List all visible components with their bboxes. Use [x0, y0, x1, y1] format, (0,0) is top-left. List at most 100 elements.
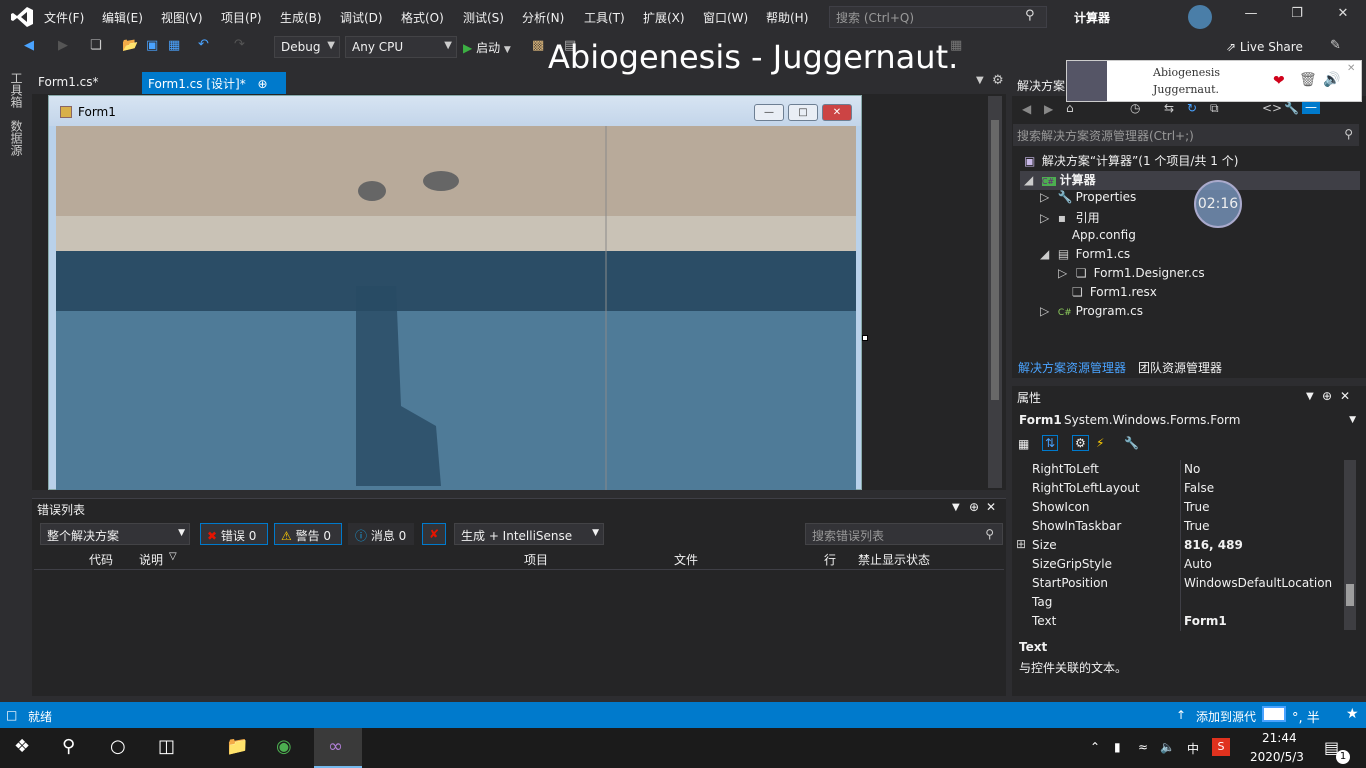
- tree-item-form1cs[interactable]: ◢ ▤ Form1.cs: [1040, 247, 1130, 261]
- music-player-widget[interactable]: Abiogenesis Juggernaut. ❤ 🗑 🔊 ✕: [1066, 60, 1362, 102]
- menu-tools[interactable]: 工具(T): [584, 9, 625, 26]
- close-panel-icon[interactable]: ✕: [986, 500, 996, 514]
- property-value[interactable]: WindowsDefaultLocation: [1184, 576, 1332, 590]
- pin-icon[interactable]: ⊕: [258, 77, 268, 91]
- forward-icon[interactable]: ▶: [58, 38, 68, 53]
- pin-icon[interactable]: ⊕: [1322, 389, 1332, 403]
- forward-icon[interactable]: ▶: [1044, 102, 1053, 116]
- property-row[interactable]: RightToLeftLayout False: [1014, 479, 1344, 498]
- undo-icon[interactable]: ↶: [198, 37, 209, 52]
- solution-config-select[interactable]: Debug ▼: [274, 36, 340, 58]
- tab-form1-code[interactable]: Form1.cs*: [32, 72, 140, 94]
- start-debug-button[interactable]: ▶ 启动 ▼: [463, 39, 511, 56]
- close-panel-icon[interactable]: ✕: [1340, 389, 1350, 403]
- toolbox-tab[interactable]: 工具箱: [8, 72, 25, 108]
- source-select[interactable]: 生成 + IntelliSense ▼: [454, 523, 604, 545]
- categorized-icon[interactable]: ▦: [1018, 437, 1029, 451]
- tab-solution-explorer[interactable]: 解决方案资源管理器: [1018, 359, 1126, 376]
- property-pages-icon[interactable]: 🔧: [1124, 436, 1139, 450]
- menu-debug[interactable]: 调试(D): [340, 9, 383, 26]
- property-value[interactable]: True: [1184, 519, 1210, 533]
- property-row[interactable]: ⊞ Size 816, 489: [1014, 536, 1344, 555]
- form-close-icon[interactable]: ✕: [822, 104, 852, 121]
- volume-icon[interactable]: 🔈: [1160, 740, 1175, 754]
- clock-date[interactable]: 2020/5/3: [1250, 750, 1304, 764]
- tree-item-program[interactable]: ▷ C# Program.cs: [1040, 304, 1143, 318]
- column-code[interactable]: 代码: [89, 551, 113, 568]
- sogou-icon[interactable]: S: [1212, 738, 1230, 756]
- property-row[interactable]: RightToLeft No: [1014, 460, 1344, 479]
- cortana-icon[interactable]: ○: [110, 736, 126, 757]
- datasource-tab[interactable]: 数据源: [8, 120, 25, 156]
- search-icon[interactable]: ⚲: [1025, 8, 1035, 23]
- volume-icon[interactable]: 🔊: [1323, 72, 1340, 88]
- battery-icon[interactable]: ▮: [1114, 740, 1121, 754]
- minimize-icon[interactable]: —: [1228, 6, 1274, 28]
- file-explorer-icon[interactable]: 📁: [226, 736, 248, 757]
- solution-search-input[interactable]: 搜索解决方案资源管理器(Ctrl+;) ⚲: [1013, 124, 1359, 146]
- task-view-icon[interactable]: ◫: [158, 736, 175, 757]
- tab-team-explorer[interactable]: 团队资源管理器: [1138, 359, 1222, 376]
- close-icon[interactable]: ✕: [1347, 63, 1355, 74]
- expand-icon[interactable]: ⊞: [1016, 537, 1026, 551]
- history-icon[interactable]: ◷: [1130, 101, 1140, 115]
- tab-form1-designer[interactable]: Form1.cs [设计]* ⊕ ✕: [142, 72, 286, 106]
- preview-icon[interactable]: —: [1302, 100, 1320, 114]
- gear-icon[interactable]: ⚙: [992, 73, 1004, 88]
- input-language[interactable]: 中: [1187, 740, 1199, 757]
- ime-mode[interactable]: °, 半: [1292, 707, 1320, 726]
- add-to-source-control[interactable]: 添加到源代: [1196, 708, 1256, 725]
- warnings-filter-button[interactable]: ⚠ 警告 0: [274, 523, 342, 545]
- column-line[interactable]: 行: [824, 551, 836, 568]
- ime-icon[interactable]: [1262, 706, 1286, 722]
- menu-help[interactable]: 帮助(H): [766, 9, 808, 26]
- property-row[interactable]: SizeGripStyle Auto: [1014, 555, 1344, 574]
- tree-item-form1resx[interactable]: ❏ Form1.resx: [1072, 285, 1157, 299]
- menu-format[interactable]: 格式(O): [401, 9, 444, 26]
- property-value[interactable]: True: [1184, 500, 1210, 514]
- search-icon[interactable]: ⚲: [62, 736, 75, 757]
- tree-item-references[interactable]: ▷ ▪ 引用: [1040, 209, 1100, 226]
- code-view-icon[interactable]: <>: [1262, 101, 1282, 115]
- close-icon[interactable]: ✕: [1320, 6, 1366, 28]
- trash-icon[interactable]: 🗑: [1299, 72, 1317, 88]
- pin-icon[interactable]: ⊕: [969, 500, 979, 514]
- platform-select[interactable]: Any CPU ▼: [345, 36, 457, 58]
- save-all-icon[interactable]: ▦: [168, 38, 180, 53]
- column-suppression[interactable]: 禁止显示状态: [858, 551, 930, 568]
- tree-solution-root[interactable]: ▣ 解决方案“计算器”(1 个项目/共 1 个): [1024, 152, 1238, 169]
- menu-analyze[interactable]: 分析(N): [522, 9, 564, 26]
- feedback-icon[interactable]: ✎: [1330, 38, 1341, 53]
- property-value[interactable]: Auto: [1184, 557, 1212, 571]
- tab-dropdown-icon[interactable]: ▼: [976, 75, 984, 86]
- scope-select[interactable]: 整个解决方案 ▼: [40, 523, 190, 545]
- open-folder-icon[interactable]: 📂: [122, 38, 138, 53]
- property-row[interactable]: StartPosition WindowsDefaultLocation: [1014, 574, 1344, 593]
- tree-item-appconfig[interactable]: App.config: [1054, 228, 1136, 242]
- column-file[interactable]: 文件: [674, 551, 698, 568]
- alphabetical-icon[interactable]: ⇅: [1042, 435, 1059, 451]
- panel-dropdown-icon[interactable]: ▼: [952, 502, 960, 513]
- menu-edit[interactable]: 编辑(E): [102, 9, 143, 26]
- live-share-button[interactable]: ⇗ Live Share: [1226, 40, 1303, 54]
- menu-window[interactable]: 窗口(W): [703, 9, 748, 26]
- errors-filter-button[interactable]: ✖ 错误 0: [200, 523, 268, 545]
- property-row[interactable]: Tag: [1014, 593, 1344, 612]
- properties-view-icon[interactable]: ⚙: [1072, 435, 1089, 451]
- property-value[interactable]: No: [1184, 462, 1200, 476]
- tree-item-properties[interactable]: ▷ 🔧 Properties: [1040, 190, 1136, 204]
- back-icon[interactable]: ◀: [1022, 102, 1031, 116]
- back-icon[interactable]: ◀: [24, 38, 34, 53]
- wrench-icon[interactable]: 🔧: [1284, 101, 1299, 115]
- form-minimize-icon[interactable]: —: [754, 104, 784, 121]
- error-search-input[interactable]: 搜索错误列表 ⚲: [805, 523, 1003, 545]
- column-project[interactable]: 项目: [524, 551, 548, 568]
- menu-test[interactable]: 测试(S): [463, 9, 504, 26]
- resize-handle[interactable]: [862, 335, 868, 341]
- menu-view[interactable]: 视图(V): [161, 9, 203, 26]
- object-selector[interactable]: Form1 System.Windows.Forms.Form ▼: [1014, 410, 1360, 430]
- sync-icon[interactable]: ⇆: [1164, 101, 1174, 115]
- visual-studio-taskbar-button[interactable]: ∞: [314, 728, 362, 768]
- form1-titlebar[interactable]: [49, 96, 861, 126]
- property-row[interactable]: ShowIcon True: [1014, 498, 1344, 517]
